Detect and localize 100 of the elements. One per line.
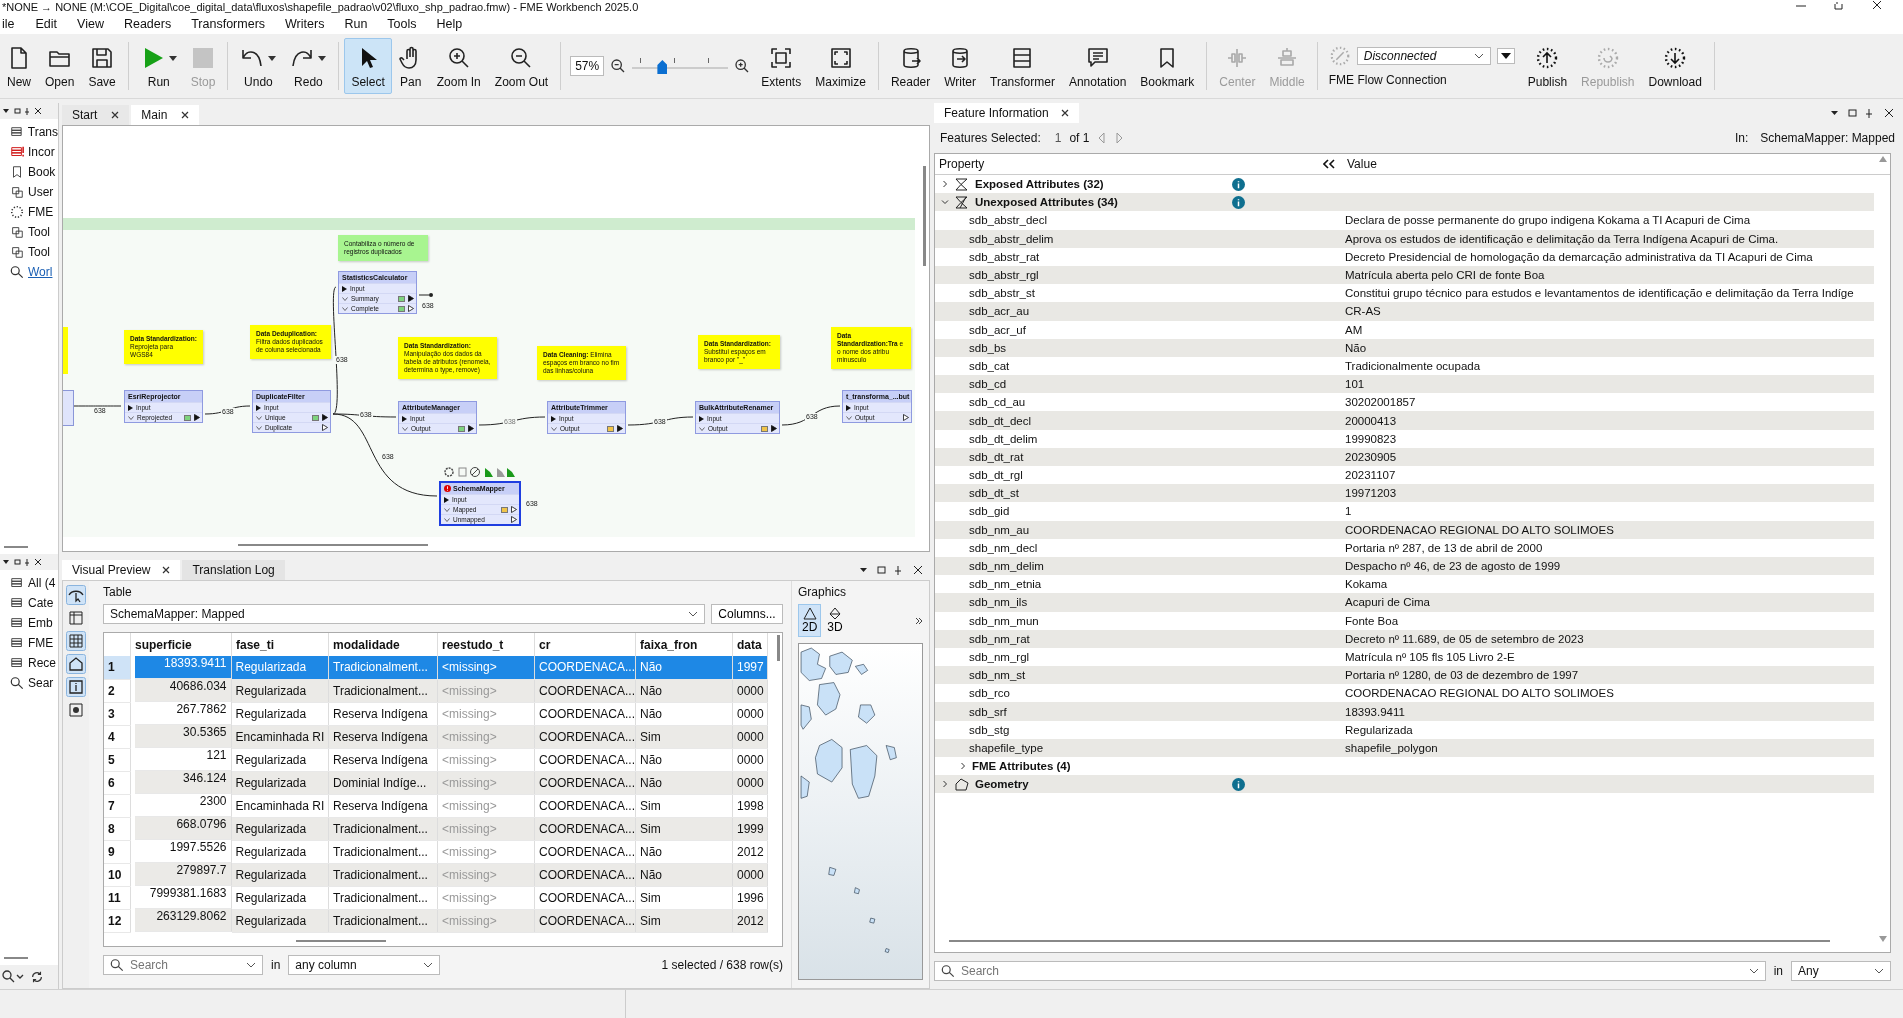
output-port-icon[interactable] <box>322 414 328 421</box>
zoom-out-icon[interactable] <box>610 58 627 74</box>
toolbar-button[interactable]: Annotation <box>1061 38 1134 94</box>
row-number[interactable]: 11 <box>104 886 131 909</box>
node-toolbar-icons[interactable] <box>443 466 515 478</box>
panel-controls-icon[interactable] <box>858 565 924 575</box>
row-number[interactable]: 9 <box>104 840 131 863</box>
menu-item[interactable]: Tools <box>378 17 426 31</box>
close-icon[interactable] <box>162 566 171 574</box>
cache-icon[interactable] <box>458 425 465 432</box>
menu-item[interactable]: Writers <box>276 17 334 31</box>
toolbar-button[interactable]: Select <box>344 38 392 94</box>
canvas-tab[interactable]: Start <box>62 105 130 125</box>
dock-item[interactable]: Incor <box>10 143 58 160</box>
column-header[interactable]: data <box>732 633 768 656</box>
row-number[interactable]: 12 <box>104 909 131 932</box>
search-field[interactable]: Search <box>128 957 242 973</box>
cache-icon[interactable] <box>607 425 614 432</box>
toolbar-button[interactable]: Writer <box>937 38 984 94</box>
row-number[interactable]: 5 <box>104 748 131 771</box>
output-port-icon[interactable] <box>408 295 414 302</box>
source-dropdown[interactable]: SchemaMapper: Mapped <box>103 604 705 624</box>
info-icon[interactable] <box>1232 177 1245 191</box>
cache-icon[interactable] <box>312 414 319 421</box>
menu-item[interactable]: Readers <box>114 17 181 31</box>
menu-item[interactable]: Run <box>335 17 377 31</box>
menu-item[interactable]: Help <box>427 17 472 31</box>
toolbar-button[interactable]: Publish <box>1520 38 1575 94</box>
close-icon[interactable] <box>111 111 120 119</box>
row-number[interactable]: 6 <box>104 771 131 794</box>
output-port-icon[interactable] <box>194 414 200 421</box>
toolbar-button[interactable]: Maximize <box>808 38 873 94</box>
search-field[interactable]: Search <box>959 963 1745 979</box>
expand-icon[interactable] <box>915 616 923 625</box>
column-header[interactable]: superficie <box>130 633 232 656</box>
toolbar-button[interactable]: Undo <box>233 38 284 94</box>
shape-icon[interactable] <box>66 654 86 674</box>
dock-item[interactable]: All (4 <box>10 574 58 591</box>
expander-icon[interactable] <box>941 198 949 207</box>
attribute-group[interactable]: Geometry <box>975 778 1029 791</box>
dock-link[interactable]: Worl <box>10 263 58 280</box>
panel-icon[interactable] <box>66 608 86 628</box>
dock-item[interactable]: Tool <box>10 223 58 240</box>
refresh-icon[interactable] <box>30 970 44 984</box>
search-icon[interactable] <box>2 970 24 984</box>
scope-dropdown[interactable]: Any <box>1791 961 1891 981</box>
menu-item[interactable]: ile <box>2 17 25 31</box>
close-icon[interactable] <box>181 111 190 119</box>
menu-item[interactable]: Transformers <box>182 17 275 31</box>
toolbar-button[interactable]: Pan <box>391 38 430 94</box>
output-port-icon[interactable] <box>322 424 328 431</box>
collapse-icon[interactable] <box>1323 159 1335 169</box>
dock-item[interactable]: FME <box>10 203 58 220</box>
cache-icon[interactable] <box>501 506 508 513</box>
column-header[interactable]: fase_ti <box>231 633 329 656</box>
dock-item[interactable]: Rece <box>10 654 58 671</box>
zoom-level-field[interactable]: 57% <box>570 56 605 76</box>
dock-item[interactable]: Cate <box>10 594 58 611</box>
attribute-group[interactable]: Unexposed Attributes (34) <box>975 196 1118 209</box>
close-icon[interactable] <box>1060 109 1069 117</box>
restore-icon[interactable] <box>1833 4 1845 10</box>
columns-button[interactable]: Columns... <box>711 604 783 624</box>
row-number[interactable]: 10 <box>104 863 131 886</box>
dock-item[interactable]: Trans <box>10 123 58 140</box>
attribute-group[interactable]: Exposed Attributes (32) <box>975 178 1104 191</box>
info-icon[interactable] <box>66 677 86 697</box>
toolbar-button[interactable]: Redo <box>283 38 334 94</box>
connection-dropdown[interactable]: Disconnected <box>1356 47 1491 65</box>
toolbar-button[interactable]: Extents <box>754 38 809 94</box>
output-port-icon[interactable] <box>511 506 517 513</box>
canvas-tab[interactable]: Main <box>131 105 200 125</box>
cache-icon[interactable] <box>761 425 768 432</box>
expander-icon[interactable] <box>941 780 949 789</box>
cache-icon[interactable] <box>398 295 405 302</box>
column-header[interactable]: reestudo_t <box>437 633 535 656</box>
row-number[interactable]: 8 <box>104 817 131 840</box>
dock-item[interactable]: User <box>10 183 58 200</box>
polygon-map-drawing[interactable] <box>798 643 923 980</box>
panel-controls-icon[interactable] <box>2 558 42 566</box>
eye-pointer-icon[interactable] <box>66 585 86 605</box>
toolbar-button[interactable]: New <box>0 38 38 94</box>
column-header[interactable]: faixa_fron <box>635 633 733 656</box>
toolbar-button[interactable]: Reader <box>883 38 938 94</box>
table-icon[interactable] <box>66 631 86 651</box>
view-mode-button[interactable]: 2D <box>798 604 822 637</box>
panel-controls-icon[interactable] <box>2 107 42 115</box>
info-icon[interactable] <box>1232 777 1245 791</box>
dropdown-button[interactable] <box>1496 48 1515 64</box>
search-box[interactable]: Search <box>103 955 263 975</box>
row-number[interactable]: 3 <box>104 702 131 725</box>
toolbar-button[interactable]: Download <box>1641 38 1709 94</box>
dock-item[interactable]: Tool <box>10 243 58 260</box>
output-port-icon[interactable] <box>468 425 474 432</box>
row-number[interactable]: 4 <box>104 725 131 748</box>
panel-tab[interactable]: Translation Log <box>182 560 285 580</box>
column-header[interactable]: modalidade <box>328 633 438 656</box>
toolbar-button[interactable]: Zoom In <box>429 38 488 94</box>
zoom-in-icon[interactable] <box>734 58 751 74</box>
zoom-slider[interactable] <box>632 56 729 76</box>
close-icon[interactable] <box>1871 4 1883 10</box>
